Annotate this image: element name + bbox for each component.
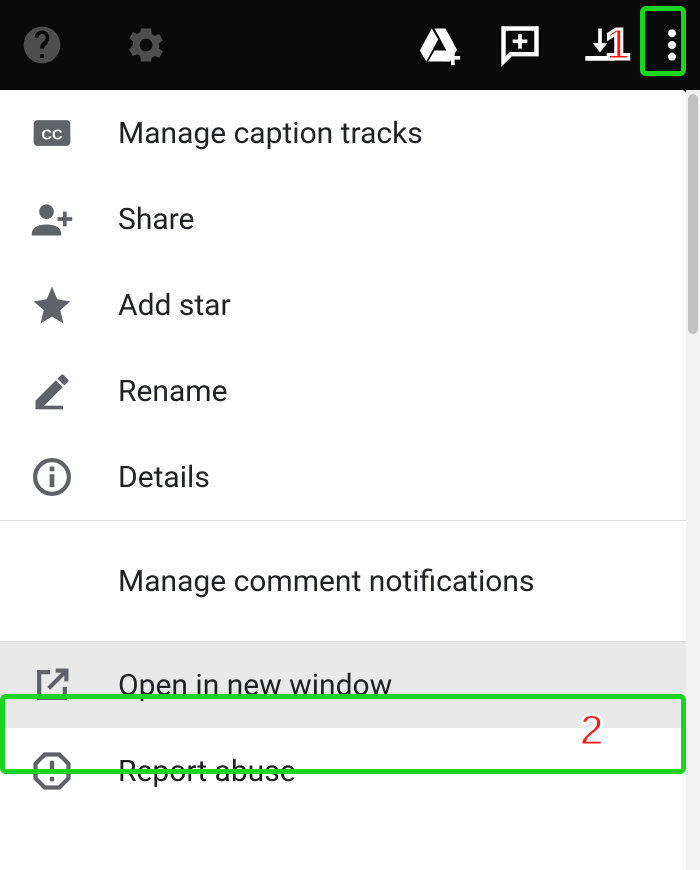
gear-icon[interactable] [118,17,174,73]
edit-icon [30,369,84,413]
scrollbar[interactable] [686,90,700,870]
open-in-new-icon [30,663,84,707]
menu-item-label: Manage comment notifications [84,564,534,599]
menu-item-manage-comments[interactable]: Manage comment notifications [0,521,686,641]
menu-item-rename[interactable]: Rename [0,348,686,434]
drive-add-icon[interactable] [412,17,468,73]
download-icon[interactable] [572,17,628,73]
report-icon [30,749,84,793]
menu-item-manage-captions[interactable]: CC Manage caption tracks [0,90,686,176]
menu-item-report-abuse[interactable]: Report abuse [0,728,686,814]
toolbar [0,0,700,90]
menu-item-label: Report abuse [84,754,296,789]
menu-item-open-new-window[interactable]: Open in new window [0,642,686,728]
menu-item-label: Manage caption tracks [84,116,423,151]
menu-item-label: Share [84,202,194,237]
info-icon [30,455,84,499]
cc-icon: CC [30,111,84,155]
help-icon[interactable] [14,17,70,73]
menu-item-details[interactable]: Details [0,434,686,520]
menu-item-label: Details [84,460,210,495]
svg-text:CC: CC [41,127,63,143]
star-icon [30,283,84,327]
person-add-icon [30,197,84,241]
overflow-menu: CC Manage caption tracks Share Add star … [0,90,686,870]
menu-item-share[interactable]: Share [0,176,686,262]
scrollbar-thumb[interactable] [688,94,698,334]
menu-item-label: Open in new window [84,668,392,703]
add-comment-icon[interactable] [492,17,548,73]
menu-item-label: Add star [84,288,231,323]
menu-item-add-star[interactable]: Add star [0,262,686,348]
menu-item-label: Rename [84,374,228,409]
more-vert-icon[interactable] [652,17,692,73]
